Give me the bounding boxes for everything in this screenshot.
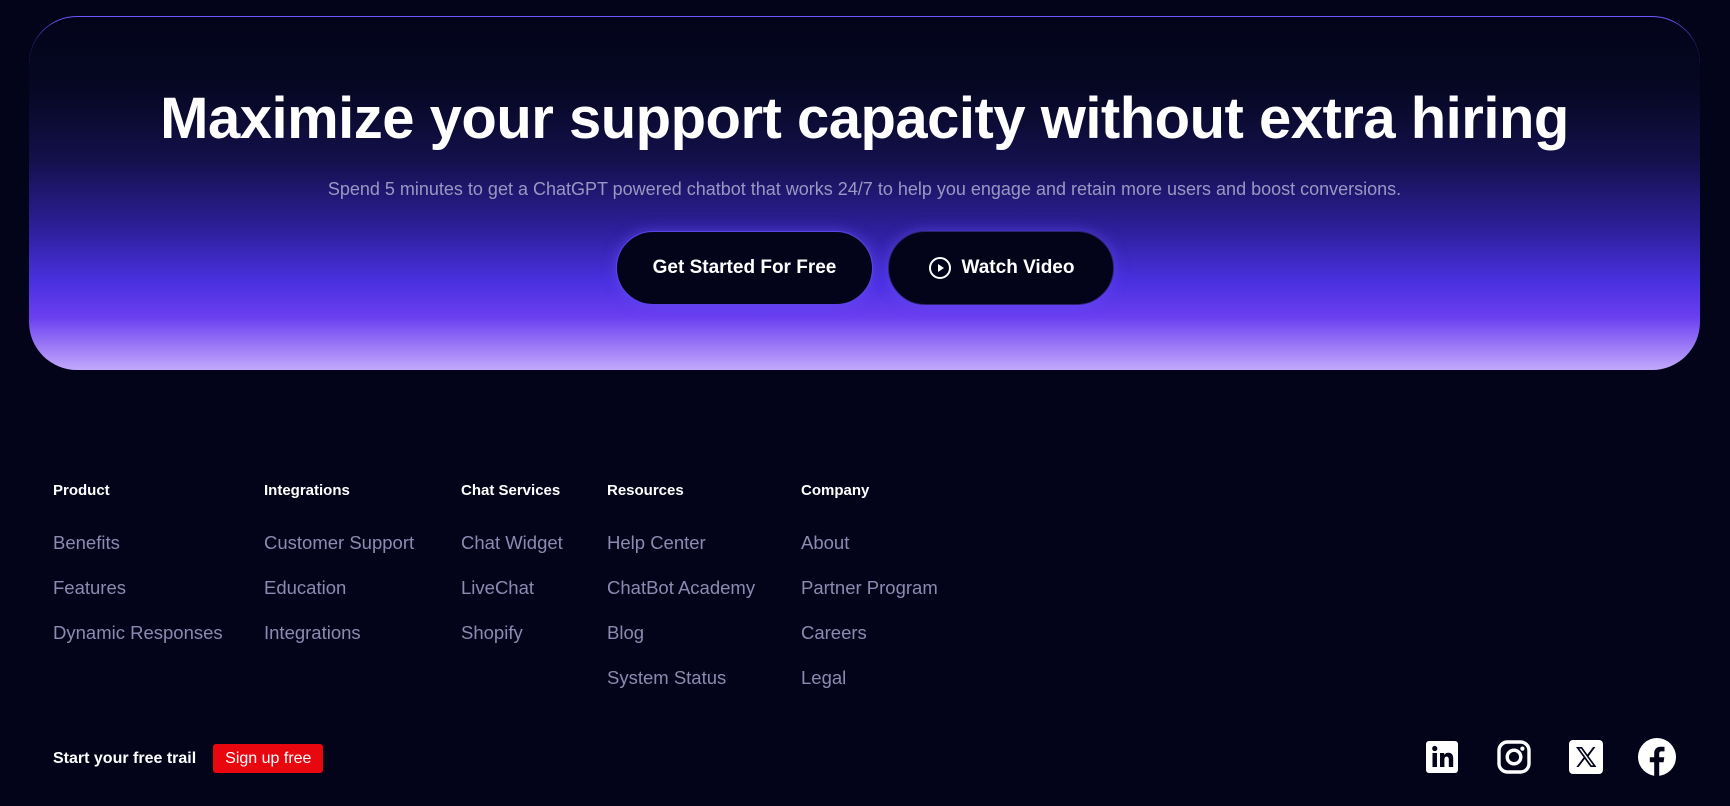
facebook-icon[interactable] bbox=[1637, 737, 1677, 777]
column-heading: Company bbox=[801, 482, 870, 499]
free-trial-label: Start your free trail bbox=[53, 749, 197, 767]
footer-link-livechat[interactable]: LiveChat bbox=[461, 577, 563, 622]
footer-link-about[interactable]: About bbox=[801, 532, 938, 577]
footer-link-blog[interactable]: Blog bbox=[607, 622, 755, 667]
footer-link-education[interactable]: Education bbox=[264, 577, 414, 622]
watch-video-button[interactable]: Watch Video bbox=[888, 231, 1114, 305]
column-heading: Resources bbox=[607, 482, 684, 499]
play-circle-icon bbox=[928, 256, 952, 280]
footer-column-resources: Resources Help Center ChatBot Academy Bl… bbox=[607, 482, 755, 688]
x-icon[interactable] bbox=[1566, 737, 1606, 777]
hero-title: Maximize your support capacity without e… bbox=[160, 86, 1569, 151]
get-started-label: Get Started For Free bbox=[652, 257, 837, 278]
footer-column-product: Product Benefits Features Dynamic Respon… bbox=[53, 482, 223, 643]
watch-video-label: Watch Video bbox=[961, 257, 1075, 278]
footer-link-system-status[interactable]: System Status bbox=[607, 667, 755, 712]
footer-link-features[interactable]: Features bbox=[53, 577, 223, 622]
column-heading: Chat Services bbox=[461, 482, 561, 499]
footer-link-careers[interactable]: Careers bbox=[801, 622, 938, 667]
get-started-button[interactable]: Get Started For Free bbox=[616, 231, 873, 305]
footer-link-chatbot-academy[interactable]: ChatBot Academy bbox=[607, 577, 755, 622]
footer-link-customer-support[interactable]: Customer Support bbox=[264, 532, 414, 577]
footer-column-company: Company About Partner Program Careers Le… bbox=[801, 482, 938, 688]
footer-column-integrations: Integrations Customer Support Education … bbox=[264, 482, 414, 643]
footer-link-shopify[interactable]: Shopify bbox=[461, 622, 563, 667]
footer-link-benefits[interactable]: Benefits bbox=[53, 532, 223, 577]
hero-subtitle: Spend 5 minutes to get a ChatGPT powered… bbox=[327, 179, 1402, 199]
footer-link-partner-program[interactable]: Partner Program bbox=[801, 577, 938, 622]
sign-up-button[interactable]: Sign up free bbox=[213, 744, 324, 773]
footer-link-help-center[interactable]: Help Center bbox=[607, 532, 755, 577]
instagram-icon[interactable] bbox=[1494, 737, 1534, 777]
column-heading: Integrations bbox=[264, 482, 350, 499]
linkedin-icon[interactable] bbox=[1422, 737, 1462, 777]
footer-link-legal[interactable]: Legal bbox=[801, 667, 938, 712]
column-heading: Product bbox=[53, 482, 110, 499]
free-trial-bar: Start your free trail Sign up free bbox=[53, 744, 324, 773]
footer-link-integrations[interactable]: Integrations bbox=[264, 622, 414, 667]
footer-link-chat-widget[interactable]: Chat Widget bbox=[461, 532, 563, 577]
footer-column-chat-services: Chat Services Chat Widget LiveChat Shopi… bbox=[461, 482, 563, 643]
hero-banner: Maximize your support capacity without e… bbox=[29, 16, 1700, 370]
footer-link-dynamic-responses[interactable]: Dynamic Responses bbox=[53, 622, 223, 667]
